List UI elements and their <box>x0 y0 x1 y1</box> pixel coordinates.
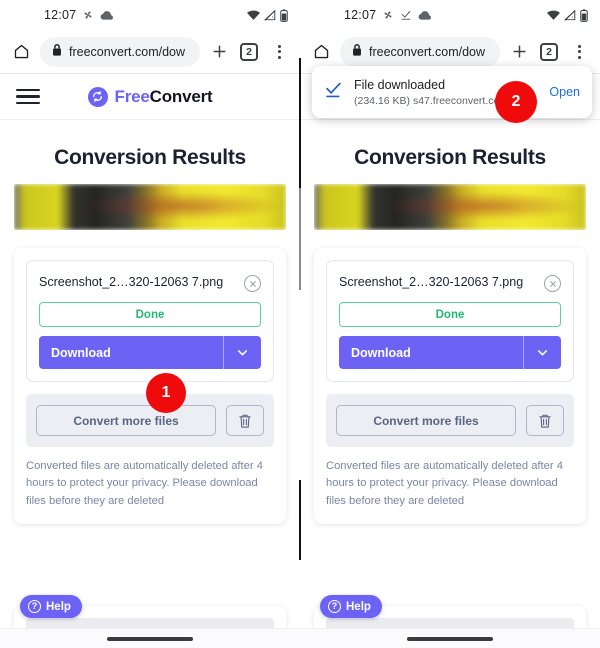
address-bar[interactable]: freeconvert.com/dow <box>340 36 500 67</box>
page-body-left: Conversion Results Screenshot_2…320-1206… <box>0 146 300 525</box>
signal-icon <box>264 9 276 21</box>
battery-icon <box>580 8 588 22</box>
browser-toolbar-left: freeconvert.com/dow 2 <box>0 30 300 74</box>
android-nav-bar-right <box>300 628 600 648</box>
file-name: Screenshot_2…320-12063 7.png <box>39 275 224 289</box>
left-phone-screen: 12:07 freeconvert.com/dow 2 FreeConvert … <box>0 0 300 648</box>
new-tab-button[interactable] <box>508 41 530 63</box>
wifi-icon <box>247 10 260 21</box>
lock-icon <box>352 43 362 61</box>
page-title: Conversion Results <box>354 146 546 169</box>
pinwheel-icon <box>82 9 94 21</box>
address-bar-url: freeconvert.com/dow <box>369 44 486 59</box>
screenshot-stage: 12:07 freeconvert.com/dow 2 FreeConvert … <box>0 0 600 648</box>
download-button-group[interactable]: Download <box>39 336 261 369</box>
tab-switcher-button[interactable]: 2 <box>238 41 260 63</box>
status-bar-clock: 12:07 <box>44 8 77 22</box>
status-bar-left: 12:07 <box>0 0 300 30</box>
tab-count: 2 <box>240 42 258 61</box>
nav-gesture-pill[interactable] <box>107 636 193 641</box>
status-bar-left-group-right: 12:07 <box>344 8 432 22</box>
right-phone-screen: 12:07 freeconvert.com/dow 2 Conversion R… <box>300 0 600 648</box>
more-options-icon[interactable] <box>268 41 290 63</box>
tab-count: 2 <box>540 42 558 61</box>
download-button[interactable]: Download <box>339 336 523 369</box>
file-item: Screenshot_2…320-12063 7.png Done Downlo… <box>326 260 574 382</box>
question-circle-icon: ? <box>328 600 341 613</box>
brand-text-free: Free <box>114 86 150 106</box>
status-bar-left-group: 12:07 <box>44 8 114 22</box>
status-bar-right-group-right <box>547 8 588 22</box>
page-title: Conversion Results <box>54 146 246 169</box>
more-options-icon[interactable] <box>568 41 590 63</box>
status-bar-right: 12:07 <box>300 0 600 30</box>
download-button[interactable]: Download <box>39 336 223 369</box>
pinwheel-icon <box>382 9 394 21</box>
trash-icon[interactable] <box>226 405 264 436</box>
file-item: Screenshot_2…320-12063 7.png Done Downlo… <box>26 260 274 382</box>
convert-more-files-button[interactable]: Convert more files <box>36 405 216 436</box>
trash-icon[interactable] <box>526 405 564 436</box>
brand-text: FreeConvert <box>115 87 213 107</box>
status-badge: Done <box>339 302 561 327</box>
step-badge-2: 2 <box>495 81 537 123</box>
menu-icon[interactable] <box>16 88 40 105</box>
freeconvert-logo: FreeConvert <box>0 86 300 107</box>
question-circle-icon: ? <box>28 600 41 613</box>
signal-icon <box>564 9 576 21</box>
lock-icon <box>52 43 62 61</box>
download-complete-icon <box>400 9 412 21</box>
convert-more-files-button[interactable]: Convert more files <box>336 405 516 436</box>
refresh-circle-icon <box>87 86 108 107</box>
android-nav-bar-left <box>0 628 300 648</box>
privacy-note: Converted files are automatically delete… <box>326 460 563 507</box>
nav-gesture-pill[interactable] <box>407 636 493 641</box>
open-download-button[interactable]: Open <box>545 85 580 99</box>
battery-icon <box>280 8 288 22</box>
help-button-label: Help <box>46 600 71 613</box>
panel-divider <box>299 0 301 648</box>
address-bar-url: freeconvert.com/dow <box>69 44 186 59</box>
chevron-down-icon[interactable] <box>223 336 261 369</box>
status-bar-right-group <box>247 8 288 22</box>
file-name: Screenshot_2…320-12063 7.png <box>339 275 524 289</box>
home-icon[interactable] <box>10 41 32 63</box>
actions-bar: Convert more files <box>326 394 574 447</box>
brand-text-convert: Convert <box>149 86 213 106</box>
address-bar[interactable]: freeconvert.com/dow <box>40 36 200 67</box>
chevron-down-icon[interactable] <box>523 336 561 369</box>
download-done-icon <box>324 80 343 104</box>
cloud-icon <box>100 9 114 21</box>
privacy-note: Converted files are automatically delete… <box>26 460 263 507</box>
home-icon[interactable] <box>310 41 332 63</box>
new-tab-button[interactable] <box>208 41 230 63</box>
page-body-right: Conversion Results Screenshot_2…320-1206… <box>300 146 600 525</box>
tab-switcher-button[interactable]: 2 <box>538 41 560 63</box>
help-button[interactable]: ? Help <box>20 595 82 618</box>
step-badge-1: 1 <box>146 373 186 413</box>
remove-file-icon[interactable] <box>244 275 261 292</box>
file-item-header: Screenshot_2…320-12063 7.png <box>339 273 561 292</box>
download-notification[interactable]: File downloaded (234.16 KB) s47.freeconv… <box>312 66 592 119</box>
file-item-header: Screenshot_2…320-12063 7.png <box>39 273 261 292</box>
ad-banner[interactable] <box>314 184 586 230</box>
remove-file-icon[interactable] <box>544 275 561 292</box>
wifi-icon <box>547 10 560 21</box>
ad-banner[interactable] <box>14 184 286 230</box>
cloud-icon <box>418 9 432 21</box>
help-button-label: Help <box>346 600 371 613</box>
status-bar-clock-right: 12:07 <box>344 8 377 22</box>
help-button[interactable]: ? Help <box>320 595 382 618</box>
results-card: Screenshot_2…320-12063 7.png Done Downlo… <box>314 248 586 525</box>
site-header-left: FreeConvert <box>0 74 300 120</box>
status-badge: Done <box>39 302 261 327</box>
download-button-group[interactable]: Download <box>339 336 561 369</box>
